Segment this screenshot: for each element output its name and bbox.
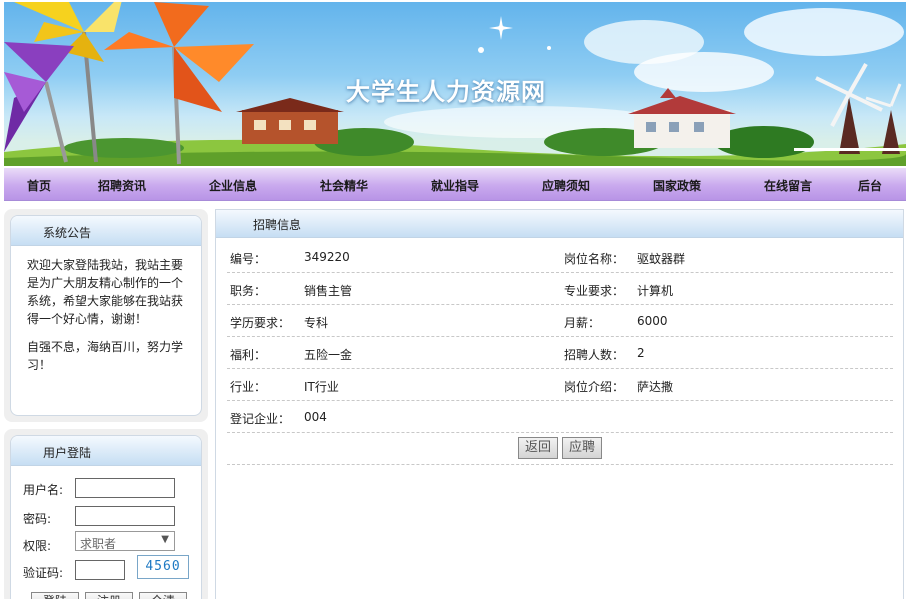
field-value: IT行业 xyxy=(304,380,339,394)
role-select-value: 求职者 xyxy=(80,537,117,551)
field-label: 月薪： xyxy=(564,316,601,330)
detail-row: 登记企业： 004 xyxy=(227,401,893,433)
username-input[interactable] xyxy=(75,478,175,498)
field-label: 学历要求： xyxy=(230,316,291,330)
dropdown-arrow-icon: ▼ xyxy=(161,534,169,545)
nav-item-policy[interactable]: 国家政策 xyxy=(653,177,701,194)
password-input[interactable] xyxy=(75,506,175,526)
login-button[interactable]: 登陆 xyxy=(31,592,79,599)
field-label: 招聘人数： xyxy=(564,348,625,362)
field-label: 岗位介绍： xyxy=(564,380,625,394)
field-value: 专科 xyxy=(304,316,329,330)
clear-button[interactable]: 全清 xyxy=(139,592,187,599)
detail-row: 行业： IT行业 岗位介绍： 萨达撒 xyxy=(227,369,893,401)
role-select[interactable]: 求职者 ▼ xyxy=(75,531,175,551)
pinwheel-icon xyxy=(4,42,74,163)
house-icon xyxy=(236,98,344,144)
detail-row: 职务： 销售主管 专业要求： 计算机 xyxy=(227,273,893,305)
login-header: 用户登陆 xyxy=(11,436,201,466)
house-icon xyxy=(628,88,736,148)
announcement-text: 欢迎大家登陆我站，我站主要是为广大朋友精心制作的一个系统，希望大家能够在我站获得… xyxy=(27,258,184,326)
announcement-header: 系统公告 xyxy=(11,216,201,246)
apply-button[interactable]: 应聘 xyxy=(562,437,602,459)
nav-item-recruit-news[interactable]: 招聘资讯 xyxy=(98,177,146,194)
field-label: 福利： xyxy=(230,348,267,362)
register-button[interactable]: 注册 xyxy=(85,592,133,599)
nav-item-home[interactable]: 首页 xyxy=(27,177,51,194)
field-label: 职务： xyxy=(230,284,267,298)
username-label: 用户名: xyxy=(23,483,64,497)
detail-row: 编号： 349220 岗位名称： 驱蚊器群 xyxy=(227,241,893,273)
captcha-image[interactable]: 4560 xyxy=(137,555,189,579)
field-label: 专业要求： xyxy=(564,284,625,298)
nav-item-admin[interactable]: 后台 xyxy=(858,177,882,194)
field-label: 岗位名称： xyxy=(564,252,625,266)
header-banner: 大学生人力资源网 xyxy=(4,2,906,166)
announcement-panel: 系统公告 欢迎大家登陆我站，我站主要是为广大朋友精心制作的一个系统，希望大家能够… xyxy=(10,215,202,416)
announcement-title: 系统公告 xyxy=(43,226,92,240)
announcement-box: 系统公告 欢迎大家登陆我站，我站主要是为广大朋友精心制作的一个系统，希望大家能够… xyxy=(4,209,208,422)
detail-row: 福利： 五险一金 招聘人数： 2 xyxy=(227,337,893,369)
field-value: 349220 xyxy=(304,250,350,264)
field-value: 2 xyxy=(637,346,645,360)
captcha-input[interactable] xyxy=(75,560,125,580)
job-detail-header: 招聘信息 xyxy=(216,210,903,238)
captcha-label: 验证码: xyxy=(23,566,64,580)
field-value: 销售主管 xyxy=(304,284,353,298)
field-value: 004 xyxy=(304,410,327,424)
field-label: 编号： xyxy=(230,252,267,266)
announcement-motto: 自强不息，海纳百川，努力学习！ xyxy=(27,340,184,372)
job-detail-panel: 招聘信息 编号： 349220 岗位名称： 驱蚊器群 职务： 销售主管 专业要求… xyxy=(215,209,904,599)
field-label: 登记企业： xyxy=(230,412,291,426)
login-title: 用户登陆 xyxy=(43,446,92,460)
field-label: 行业： xyxy=(230,380,267,394)
site-title: 大学生人力资源网 xyxy=(346,77,546,106)
field-value: 6000 xyxy=(637,314,668,328)
job-detail-title: 招聘信息 xyxy=(253,218,302,232)
role-label: 权限: xyxy=(23,539,52,553)
nav-item-message[interactable]: 在线留言 xyxy=(764,177,812,194)
detail-actions: 返回 应聘 xyxy=(227,433,893,465)
windmill-icon xyxy=(815,63,902,154)
nav-item-apply-notes[interactable]: 应聘须知 xyxy=(542,177,590,194)
field-value: 计算机 xyxy=(637,284,674,298)
nav-item-career-guide[interactable]: 就业指导 xyxy=(431,177,479,194)
field-value: 驱蚊器群 xyxy=(637,252,686,266)
nav-item-companies[interactable]: 企业信息 xyxy=(209,177,257,194)
detail-row: 学历要求： 专科 月薪： 6000 xyxy=(227,305,893,337)
sparkle-icon xyxy=(478,16,551,53)
field-value: 萨达撒 xyxy=(637,380,674,394)
back-button[interactable]: 返回 xyxy=(518,437,558,459)
login-panel: 用户登陆 用户名: 密码: 权限: 求职者 ▼ 验证码: 4560 登陆 注册 … xyxy=(10,435,202,599)
field-value: 五险一金 xyxy=(304,348,353,362)
main-nav: 首页 招聘资讯 企业信息 社会精华 就业指导 应聘须知 国家政策 在线留言 后台 xyxy=(4,168,906,201)
nav-item-social[interactable]: 社会精华 xyxy=(320,177,368,194)
password-label: 密码: xyxy=(23,512,52,526)
login-box: 用户登陆 用户名: 密码: 权限: 求职者 ▼ 验证码: 4560 登陆 注册 … xyxy=(4,429,208,599)
